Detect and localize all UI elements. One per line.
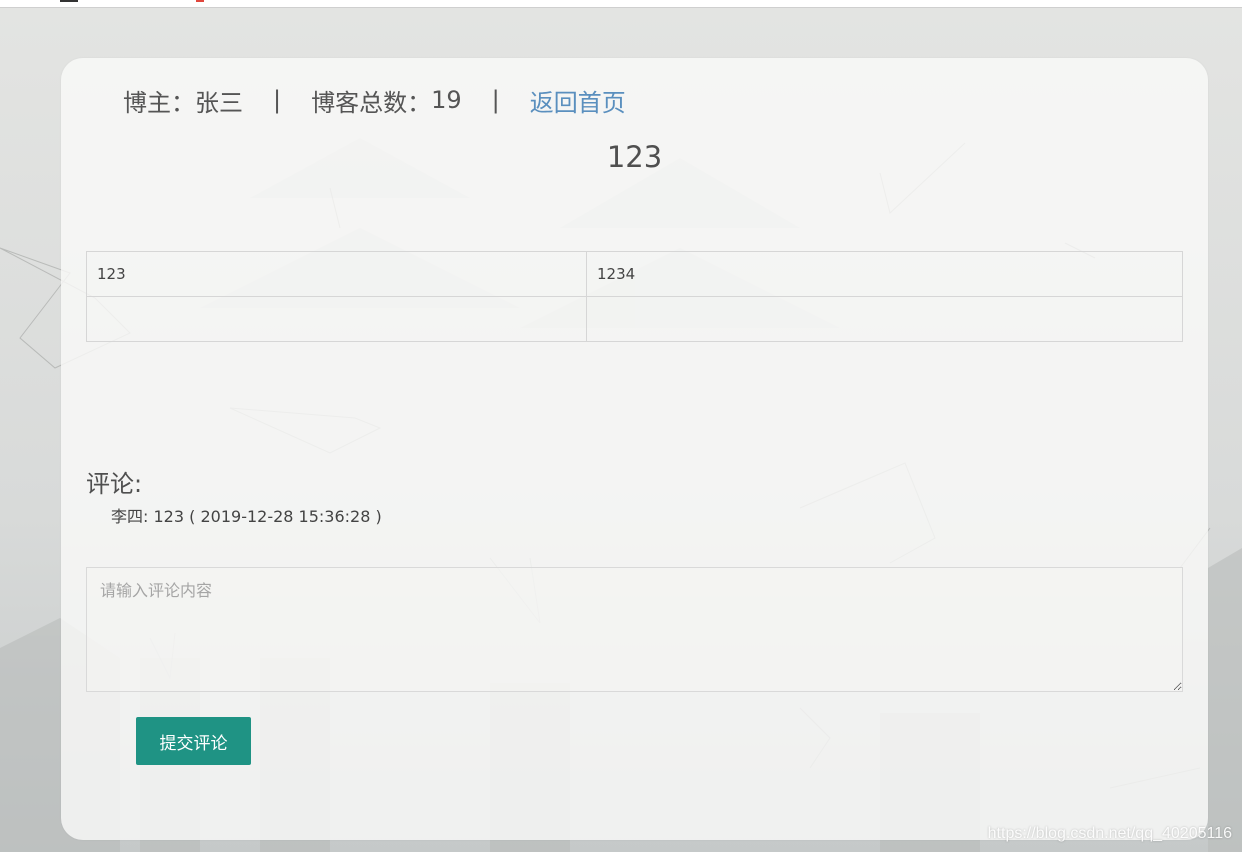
meta-separator: | [273, 86, 282, 114]
top-strip-mark-red [196, 0, 204, 2]
comment-separator: : [143, 507, 149, 526]
post-card: 博主： 张三 | 博客总数： 19 | 返回首页 123 123 1234 评论… [61, 58, 1208, 840]
post-count: 19 [431, 86, 462, 114]
browser-top-strip [0, 0, 1242, 8]
watermark: https://blog.csdn.net/qq_40205116 [987, 825, 1232, 842]
comments-heading: 评论: [86, 470, 143, 498]
blogger-name: 张三 [195, 88, 243, 117]
submit-comment-button[interactable]: 提交评论 [136, 717, 251, 765]
meta-separator: | [491, 86, 500, 114]
blogger-label: 博主： [123, 88, 195, 117]
comment-input[interactable] [86, 567, 1183, 692]
back-home-link[interactable]: 返回首页 [530, 83, 626, 118]
post-content-table: 123 1234 [86, 251, 1183, 342]
table-row [86, 296, 1183, 342]
table-cell [86, 296, 587, 342]
comment-content: 123 [153, 507, 185, 526]
blog-meta-bar: 博主： 张三 | 博客总数： 19 | 返回首页 [123, 82, 626, 118]
table-row: 123 1234 [86, 251, 1183, 297]
top-strip-mark [60, 0, 78, 2]
table-cell: 1234 [586, 251, 1183, 297]
comment-item: 李四: 123 ( 2019-12-28 15:36:28 ) [111, 503, 382, 527]
table-cell [586, 296, 1183, 342]
post-title: 123 [606, 140, 663, 174]
comment-author: 李四 [111, 507, 144, 526]
table-cell: 123 [86, 251, 587, 297]
comment-time: ( 2019-12-28 15:36:28 ) [189, 507, 382, 526]
post-count-label: 博客总数： [311, 88, 432, 117]
